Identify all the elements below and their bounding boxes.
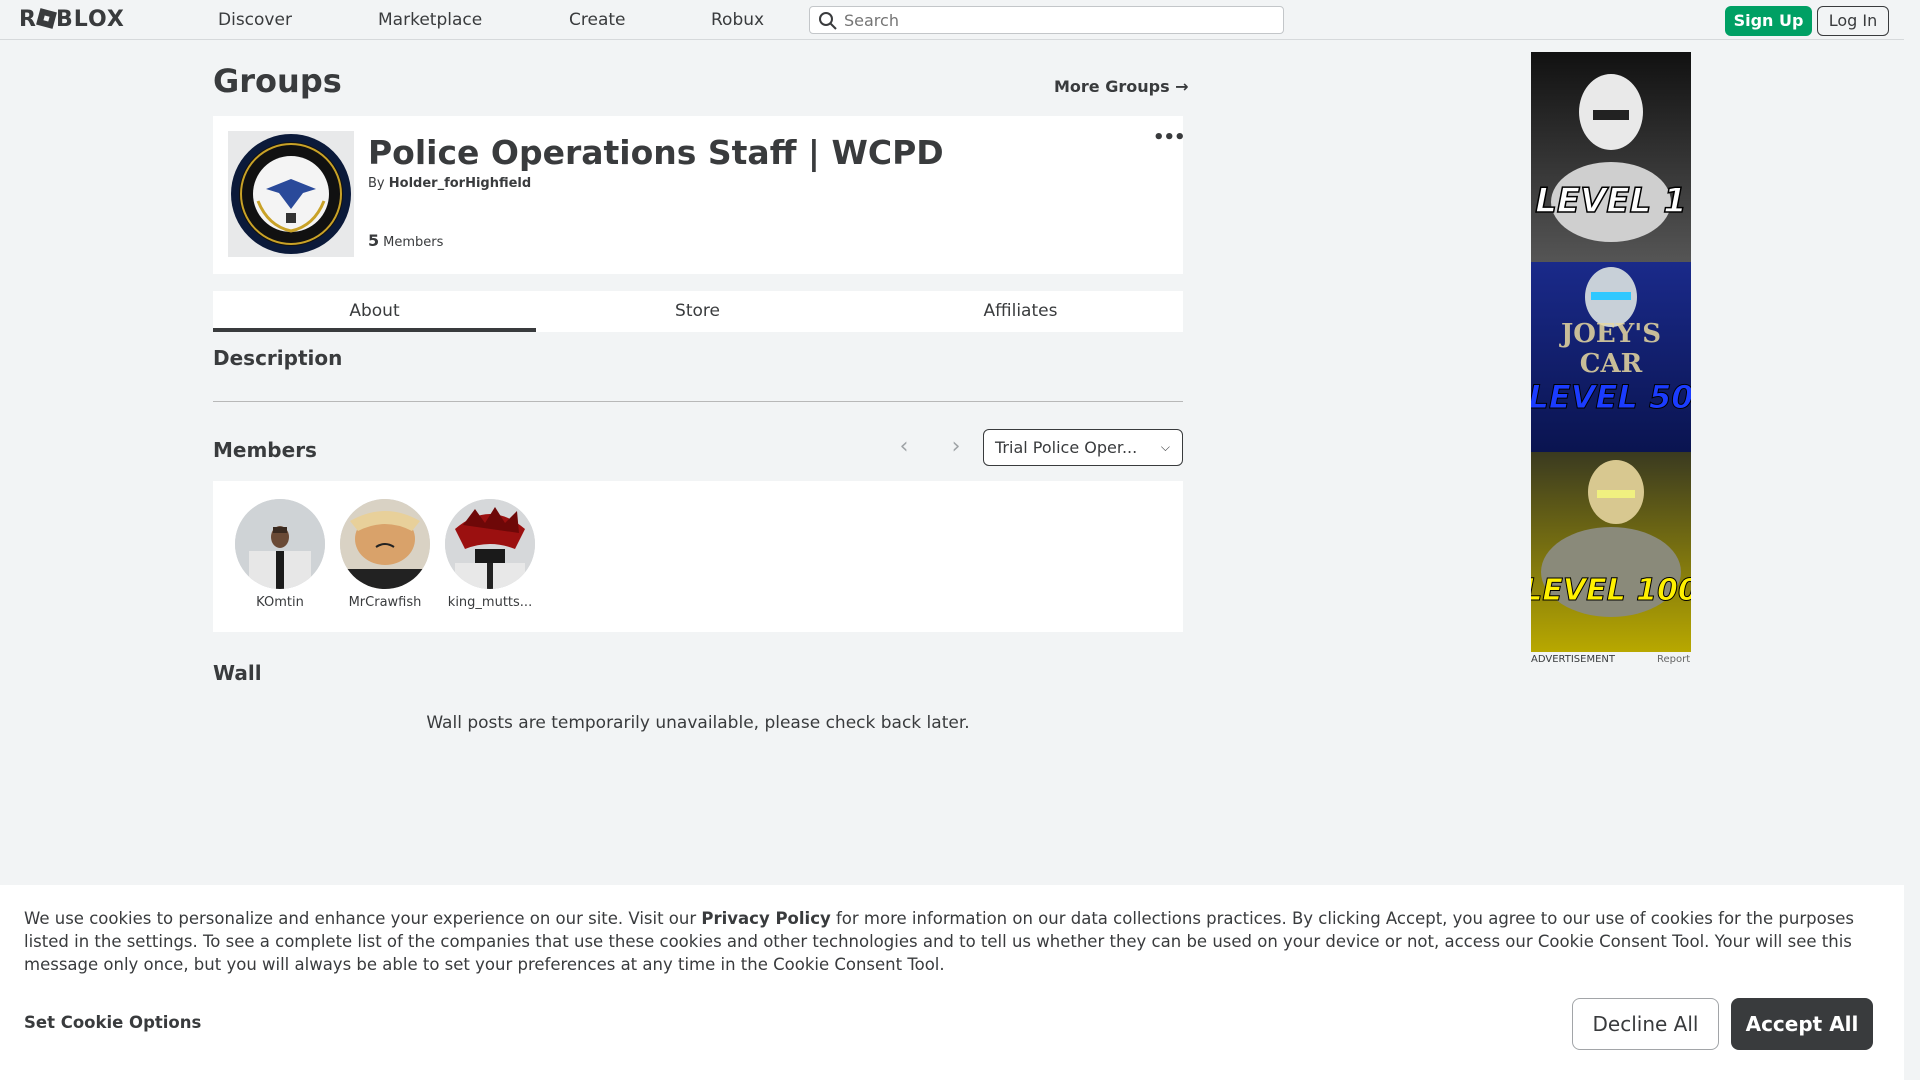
member-card[interactable]: MrCrawfish bbox=[339, 499, 431, 610]
owner-link[interactable]: Holder_forHighfield bbox=[389, 176, 531, 191]
cookie-text-intro: We use cookies to personalize and enhanc… bbox=[24, 909, 702, 928]
member-card[interactable]: king_mutts... bbox=[444, 499, 536, 610]
ad-text: LEVEL 50 bbox=[1531, 378, 1691, 416]
tab-store[interactable]: Store bbox=[536, 291, 859, 332]
member-count-number: 5 bbox=[368, 231, 380, 250]
members-panel: KOmtin MrCrawfish king_mutts... bbox=[213, 481, 1183, 632]
wall-unavailable-message: Wall posts are temporarily unavailable, … bbox=[426, 713, 970, 733]
more-options-icon[interactable]: ••• bbox=[1153, 127, 1186, 148]
role-selected-label: Trial Police Oper... bbox=[995, 438, 1138, 457]
description-heading: Description bbox=[213, 346, 343, 370]
nav-create[interactable]: Create bbox=[569, 8, 626, 32]
search-box[interactable] bbox=[809, 6, 1284, 34]
sign-up-button[interactable]: Sign Up bbox=[1725, 6, 1812, 36]
group-name: Police Operations Staff | WCPD bbox=[368, 133, 944, 172]
member-name[interactable]: MrCrawfish bbox=[339, 595, 431, 610]
divider bbox=[213, 401, 1183, 402]
ad-text: LEVEL 1 bbox=[1535, 181, 1687, 221]
search-icon bbox=[819, 12, 837, 30]
group-emblem bbox=[228, 131, 354, 257]
chevron-down-icon: ⌵ bbox=[1160, 440, 1170, 454]
decline-all-button[interactable]: Decline All bbox=[1572, 998, 1719, 1050]
group-header-card: Police Operations Staff | WCPD By Holder… bbox=[213, 116, 1186, 274]
accept-all-button[interactable]: Accept All bbox=[1731, 998, 1873, 1050]
advertisement-label: ADVERTISEMENT bbox=[1531, 654, 1616, 665]
search-input[interactable] bbox=[844, 9, 1274, 31]
nav-discover[interactable]: Discover bbox=[218, 8, 292, 32]
cookie-consent-banner: We use cookies to personalize and enhanc… bbox=[0, 885, 1904, 1080]
police-badge-icon bbox=[231, 134, 351, 254]
member-count: 5 Members bbox=[368, 231, 443, 250]
chevron-right-icon[interactable]: › bbox=[944, 436, 968, 460]
by-label: By bbox=[368, 176, 385, 191]
role-dropdown[interactable]: Trial Police Oper... ⌵ bbox=[983, 429, 1183, 466]
tab-about[interactable]: About bbox=[213, 291, 536, 332]
member-count-label: Members bbox=[383, 235, 444, 250]
cookie-text: We use cookies to personalize and enhanc… bbox=[24, 907, 1884, 976]
chevron-left-icon[interactable]: ‹ bbox=[892, 436, 916, 460]
member-card[interactable]: KOmtin bbox=[234, 499, 326, 610]
avatar[interactable] bbox=[340, 499, 430, 589]
member-name[interactable]: king_mutts... bbox=[444, 595, 536, 610]
ad-report-link[interactable]: Report bbox=[1657, 654, 1690, 665]
members-heading: Members bbox=[213, 438, 317, 462]
ad-text: JOEY'S bbox=[1559, 319, 1661, 349]
ad-text: CAR bbox=[1580, 349, 1643, 379]
roblox-logo[interactable]: R BLOX bbox=[19, 8, 125, 32]
nav-marketplace[interactable]: Marketplace bbox=[378, 8, 482, 32]
top-navigation-bar: R BLOX Discover Marketplace Create Robux … bbox=[0, 0, 1920, 40]
group-tabs: About Store Affiliates bbox=[213, 291, 1183, 332]
more-groups-link[interactable]: More Groups → bbox=[1054, 77, 1189, 96]
advertisement-banner[interactable]: LEVEL 1 JOEY'S CAR LEVEL 50 LEVEL 100 bbox=[1531, 52, 1691, 652]
privacy-policy-link[interactable]: Privacy Policy bbox=[701, 909, 830, 928]
group-owner: By Holder_forHighfield bbox=[368, 176, 531, 191]
scrollbar[interactable] bbox=[1904, 0, 1920, 1080]
set-cookie-options-link[interactable]: Set Cookie Options bbox=[24, 1013, 201, 1032]
page-title: Groups bbox=[213, 62, 342, 100]
nav-robux[interactable]: Robux bbox=[711, 8, 764, 32]
wall-heading: Wall bbox=[213, 661, 262, 685]
tab-affiliates[interactable]: Affiliates bbox=[859, 291, 1182, 332]
log-in-button[interactable]: Log In bbox=[1817, 6, 1889, 36]
avatar[interactable] bbox=[235, 499, 325, 589]
ad-text: LEVEL 100 bbox=[1531, 573, 1691, 608]
avatar[interactable] bbox=[445, 499, 535, 589]
member-name[interactable]: KOmtin bbox=[234, 595, 326, 610]
